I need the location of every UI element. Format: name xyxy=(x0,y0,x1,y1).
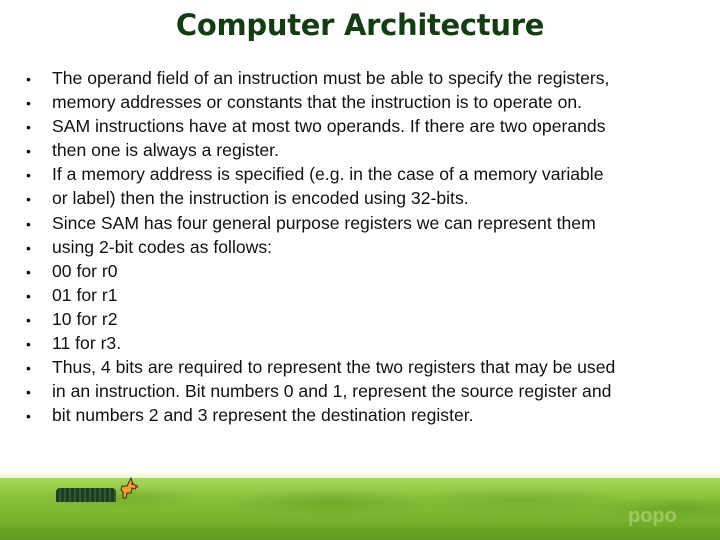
bullet-icon: • xyxy=(26,336,31,353)
bullet-icon: • xyxy=(26,215,31,232)
bullet-item: • If a memory address is specified (e.g. … xyxy=(26,162,615,186)
bullet-text: then one is always a register. xyxy=(52,140,279,161)
dog-icon xyxy=(120,476,138,499)
bullet-text: 01 for r1 xyxy=(52,284,118,305)
bullet-item: • memory addresses or constants that the … xyxy=(26,90,615,114)
bullet-item: • SAM instructions have at most two opera… xyxy=(26,114,615,138)
bullet-icon: • xyxy=(26,95,31,112)
bullet-item: • 11 for r3. xyxy=(26,331,615,355)
slide-title: Computer Architecture xyxy=(175,8,545,42)
bullet-list: • The operand field of an instruction mus… xyxy=(26,66,615,427)
bullet-text: Thus, 4 bits are required to represent t… xyxy=(52,357,616,378)
watermark-logo: popo xyxy=(628,505,677,527)
bullet-text: or label) then the instruction is encode… xyxy=(52,188,469,209)
bullet-icon: • xyxy=(26,119,31,136)
bullet-item: • using 2-bit codes as follows: xyxy=(26,235,615,259)
bullet-icon: • xyxy=(26,360,31,377)
bullet-icon: • xyxy=(26,287,31,304)
bullet-item: • 01 for r1 xyxy=(26,283,615,307)
bullet-item: • in an instruction. Bit numbers 0 and 1,… xyxy=(26,379,615,403)
bullet-icon: • xyxy=(26,263,31,280)
bullet-text: memory addresses or constants that the i… xyxy=(52,92,583,113)
bullet-item: • Thus, 4 bits are required to represent … xyxy=(26,355,615,379)
bullet-text: 00 for r0 xyxy=(52,260,118,281)
bullet-icon: • xyxy=(26,167,31,184)
tree-line-icon xyxy=(56,488,116,502)
bullet-icon: • xyxy=(26,408,31,425)
bullet-item: • bit numbers 2 and 3 represent the desti… xyxy=(26,403,615,427)
bullet-text: 10 for r2 xyxy=(52,308,118,329)
bullet-icon: • xyxy=(26,71,31,87)
bullet-item: • Since SAM has four general purpose regi… xyxy=(26,211,615,235)
bullet-text: The operand field of an instruction must… xyxy=(52,68,610,88)
bullet-item: • The operand field of an instruction mus… xyxy=(26,66,615,90)
bullet-text: 11 for r3. xyxy=(52,333,122,354)
bullet-item: • 00 for r0 xyxy=(26,259,615,283)
bullet-item: • 10 for r2 xyxy=(26,307,615,331)
bullet-icon: • xyxy=(26,143,31,160)
bullet-text: using 2-bit codes as follows: xyxy=(52,236,273,257)
bullet-icon: • xyxy=(26,311,31,328)
bullet-item: • or label) then the instruction is encod… xyxy=(26,186,615,210)
bullet-text: SAM instructions have at most two operan… xyxy=(52,116,606,137)
bullet-text: in an instruction. Bit numbers 0 and 1, … xyxy=(52,381,612,402)
bullet-icon: • xyxy=(26,191,31,208)
bullet-item: • then one is always a register. xyxy=(26,138,615,162)
bullet-text: bit numbers 2 and 3 represent the destin… xyxy=(52,405,474,426)
bullet-text: Since SAM has four general purpose regis… xyxy=(52,212,596,233)
bullet-icon: • xyxy=(26,239,31,256)
bullet-text: If a memory address is specified (e.g. i… xyxy=(52,164,604,185)
bullet-icon: • xyxy=(26,384,31,401)
